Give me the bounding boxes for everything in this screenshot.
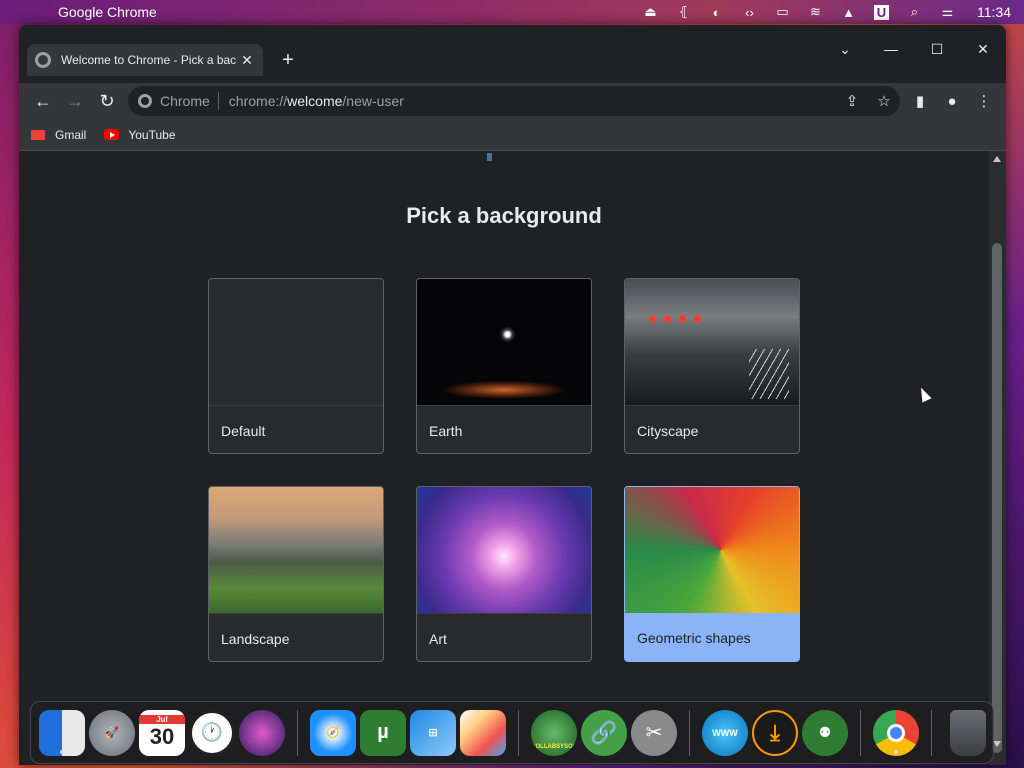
page-title: Pick a background: [406, 203, 602, 228]
background-option-earth[interactable]: Earth: [416, 278, 592, 454]
wifi-off-icon[interactable]: ≋: [799, 0, 832, 24]
bookmark-star-icon[interactable]: ☆: [868, 92, 900, 110]
dock-separator: [518, 709, 519, 756]
mac-dock: 🚀 Jul 30 🕐 🧭 µ ⊞ COLLABSYSOS 🔗 ✂ WWW ⤓ ⚉: [30, 701, 994, 764]
photos-preview-icon[interactable]: [460, 709, 506, 756]
background-thumbnail: [625, 279, 799, 405]
eject-icon[interactable]: ⏏: [634, 0, 667, 24]
step-indicator: [487, 153, 492, 161]
background-thumbnail: [209, 487, 383, 613]
dock-separator: [297, 709, 298, 756]
contrast-icon[interactable]: ◐: [700, 0, 733, 24]
network-icon[interactable]: ⚉: [802, 709, 848, 756]
chrome-window: Welcome to Chrome - Pick a bac ✕ + ⌄ — ☐…: [19, 25, 1006, 765]
code-arrows-icon[interactable]: ‹›: [733, 0, 766, 24]
clock-icon[interactable]: 🕐: [189, 709, 235, 756]
u-app-icon[interactable]: U: [865, 0, 898, 24]
background-thumbnail: [417, 487, 591, 613]
background-thumbnail: [209, 279, 383, 405]
address-bar[interactable]: Chrome chrome://welcome/new-user ⇪ ☆: [128, 86, 900, 116]
background-option-label: Landscape: [209, 613, 383, 661]
scrollbar-thumb[interactable]: [992, 243, 1002, 753]
finder-icon[interactable]: [39, 709, 85, 756]
background-option-label: Default: [209, 405, 383, 453]
siri-icon[interactable]: [239, 709, 285, 756]
bookmarks-bar: Gmail YouTube: [19, 119, 1006, 151]
tab-search-dropdown-icon[interactable]: ⌄: [822, 37, 868, 61]
background-option-label: Cityscape: [625, 405, 799, 453]
maximize-button[interactable]: ☐: [914, 37, 960, 61]
running-indicator: [60, 749, 64, 754]
bookmark-youtube[interactable]: YouTube: [104, 128, 176, 142]
reload-button[interactable]: ↻: [91, 85, 123, 117]
upload-icon[interactable]: ▲: [832, 0, 865, 24]
background-option-geometric-shapes[interactable]: Geometric shapes: [624, 486, 800, 662]
dock-separator: [689, 709, 690, 756]
background-option-label: Geometric shapes: [625, 613, 799, 661]
safari-icon[interactable]: 🧭: [310, 709, 356, 756]
dock-separator: [931, 709, 932, 756]
tab-title: Welcome to Chrome - Pick a bac: [61, 53, 237, 67]
side-panel-icon[interactable]: ▮: [904, 85, 936, 117]
brace-icon[interactable]: ⦃: [667, 0, 700, 24]
forward-button[interactable]: →: [59, 85, 91, 117]
background-option-cityscape[interactable]: Cityscape: [624, 278, 800, 454]
active-app-name[interactable]: Google Chrome: [58, 4, 157, 20]
profile-icon[interactable]: ●: [936, 85, 968, 117]
collabsysos-icon[interactable]: COLLABSYSOS: [531, 709, 577, 756]
page-scrollbar[interactable]: [989, 151, 1006, 765]
background-option-default[interactable]: Default: [208, 278, 384, 454]
minimize-button[interactable]: —: [868, 37, 914, 61]
scroll-down-icon[interactable]: [993, 741, 1001, 747]
chrome-icon: [138, 94, 152, 108]
dock-separator: [860, 709, 861, 756]
new-tab-button[interactable]: +: [277, 49, 299, 72]
back-button[interactable]: ←: [27, 85, 59, 117]
display-icon[interactable]: ▭: [766, 0, 799, 24]
bookmark-gmail[interactable]: Gmail: [31, 128, 86, 142]
tab-strip: Welcome to Chrome - Pick a bac ✕ + ⌄ — ☐…: [19, 25, 1006, 83]
window-controls: ⌄ — ☐ ✕: [822, 37, 1006, 61]
search-icon[interactable]: ⌕: [898, 0, 931, 24]
background-option-label: Art: [417, 613, 591, 661]
trash-icon[interactable]: [950, 709, 986, 756]
youtube-icon: [104, 129, 120, 140]
browser-toolbar: ← → ↻ Chrome chrome://welcome/new-user ⇪…: [19, 83, 1006, 119]
control-center-icon[interactable]: ⚌: [931, 0, 964, 24]
link-icon[interactable]: 🔗: [581, 709, 627, 756]
mac-menubar: Google Chrome ⏏ ⦃ ◐ ‹› ▭ ≋ ▲ U ⌕ ⚌ 11:34: [0, 0, 1024, 24]
background-option-label: Earth: [417, 405, 591, 453]
download-icon[interactable]: ⤓: [752, 709, 798, 756]
site-chip[interactable]: Chrome: [138, 92, 219, 110]
gmail-icon: [31, 129, 45, 140]
menubar-clock[interactable]: 11:34: [964, 4, 1024, 20]
parallels-windows-icon[interactable]: ⊞: [410, 709, 456, 756]
tab-close-icon[interactable]: ✕: [239, 52, 255, 69]
chrome-favicon-icon: [35, 52, 51, 68]
share-icon[interactable]: ⇪: [836, 92, 868, 110]
mouse-cursor: [916, 385, 932, 403]
background-option-landscape[interactable]: Landscape: [208, 486, 384, 662]
page-content: Pick a background Default Earth Cityscap…: [19, 151, 989, 765]
close-window-button[interactable]: ✕: [960, 37, 1006, 61]
chrome-menu-icon[interactable]: ⋮: [968, 85, 1000, 117]
calendar-icon[interactable]: Jul 30: [139, 709, 185, 756]
url-text[interactable]: chrome://welcome/new-user: [229, 93, 404, 109]
site-chip-label: Chrome: [160, 93, 210, 109]
launchpad-icon[interactable]: 🚀: [89, 709, 135, 756]
www-globe-icon[interactable]: WWW: [702, 709, 748, 756]
chrome-center-icon: [887, 723, 905, 742]
background-thumbnail: [625, 487, 799, 613]
utorrent-icon[interactable]: µ: [360, 709, 406, 756]
background-thumbnail: [417, 279, 591, 405]
running-indicator: [894, 749, 898, 754]
utilities-icon[interactable]: ✂: [631, 709, 677, 756]
chrome-dock-icon[interactable]: [873, 709, 919, 756]
background-option-art[interactable]: Art: [416, 486, 592, 662]
scroll-up-icon[interactable]: [993, 156, 1001, 162]
tab-welcome[interactable]: Welcome to Chrome - Pick a bac ✕: [27, 44, 263, 76]
